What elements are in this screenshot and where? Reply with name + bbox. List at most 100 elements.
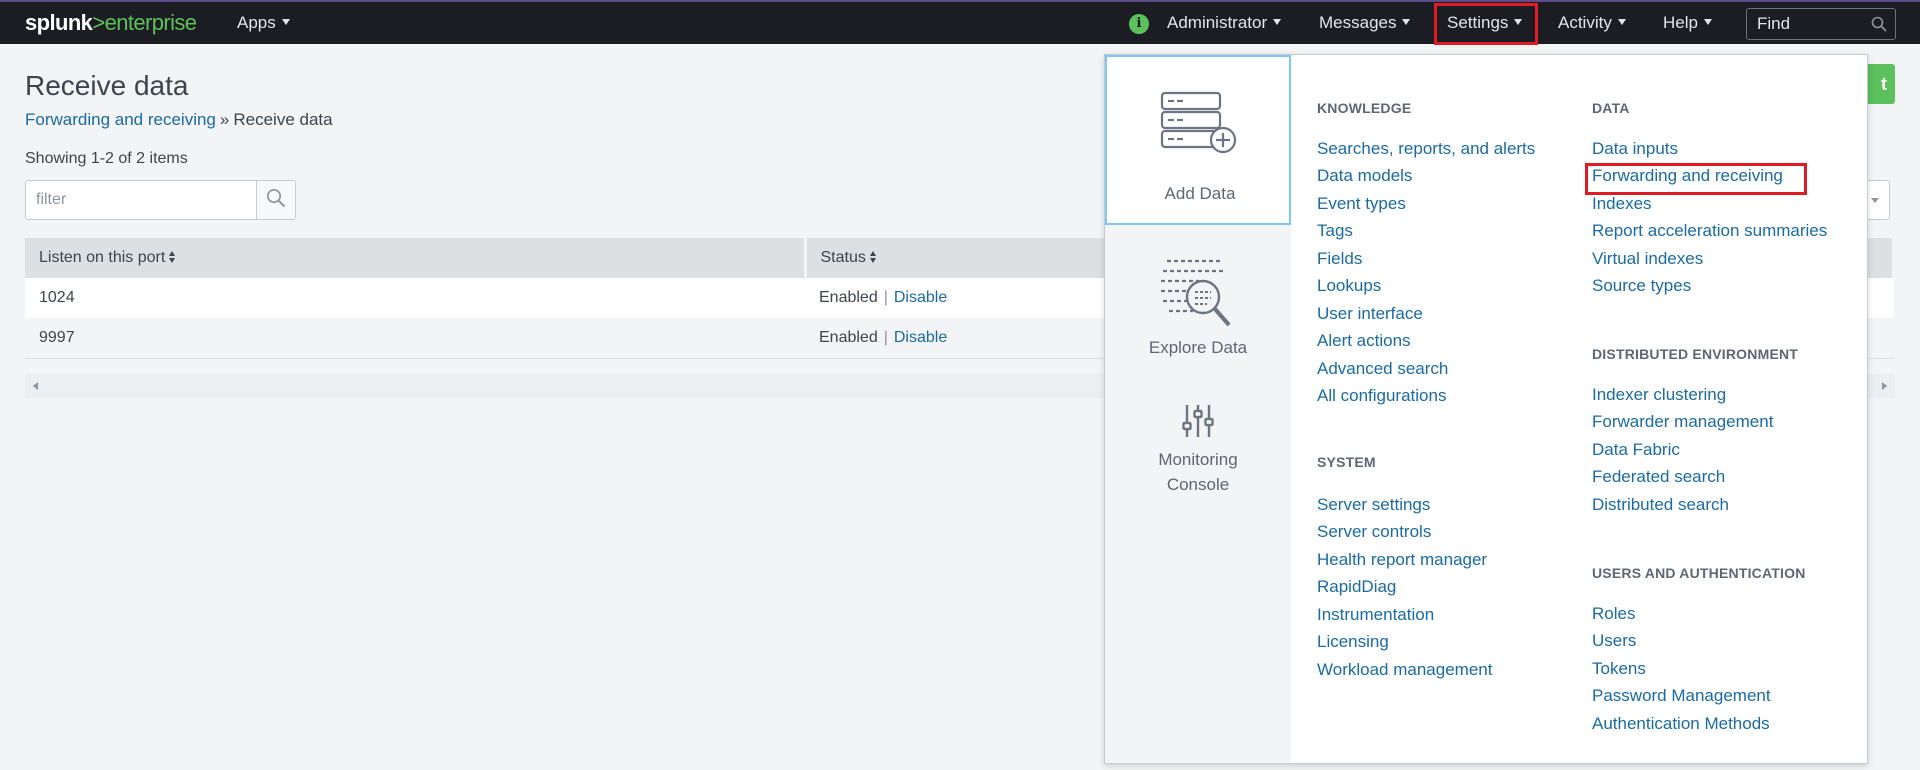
chevron-down-icon: [1402, 19, 1411, 25]
settings-menu-tiles: Add Data Explore Data Monitoring Console: [1105, 55, 1291, 763]
scroll-left-icon[interactable]: [33, 382, 38, 390]
find-search-box: [1746, 8, 1896, 40]
menu-link-authentication-methods[interactable]: Authentication Methods: [1592, 714, 1770, 734]
column-header-label: Status: [820, 249, 866, 266]
settings-menu[interactable]: Settings: [1447, 2, 1523, 44]
search-icon[interactable]: [1871, 16, 1887, 37]
breadcrumb-parent-link[interactable]: Forwarding and receiving: [25, 110, 216, 129]
filter-box: [25, 180, 296, 220]
menu-link-workload-management[interactable]: Workload management: [1317, 660, 1492, 680]
activity-menu[interactable]: Activity: [1558, 2, 1626, 44]
monitoring-console-tile[interactable]: Monitoring Console: [1105, 385, 1291, 535]
menu-link-indexer-clustering[interactable]: Indexer clustering: [1592, 385, 1726, 405]
menu-link-alert-actions[interactable]: Alert actions: [1317, 331, 1411, 351]
menu-link-licensing[interactable]: Licensing: [1317, 632, 1389, 652]
column-header-port[interactable]: Listen on this port: [25, 238, 807, 278]
find-input[interactable]: [1747, 9, 1867, 39]
menu-link-forwarder-management[interactable]: Forwarder management: [1592, 412, 1773, 432]
activity-menu-label: Activity: [1558, 13, 1612, 32]
filter-search-button[interactable]: [256, 181, 295, 219]
menu-link-data-fabric[interactable]: Data Fabric: [1592, 440, 1680, 460]
chevron-down-icon: [1703, 19, 1712, 25]
monitoring-console-label-1: Monitoring: [1158, 450, 1238, 469]
menu-link-tags[interactable]: Tags: [1317, 221, 1353, 241]
filter-input[interactable]: [26, 181, 256, 219]
menu-link-federated-search[interactable]: Federated search: [1592, 467, 1725, 487]
menu-link-source-types[interactable]: Source types: [1592, 276, 1691, 296]
health-status-icon[interactable]: i: [1129, 14, 1149, 34]
top-navigation-bar: splunk>enterprise Apps i Administrator M…: [0, 0, 1920, 45]
menu-link-report-acceleration-summaries[interactable]: Report acceleration summaries: [1592, 221, 1827, 241]
menu-link-indexes[interactable]: Indexes: [1592, 194, 1652, 214]
item-count: Showing 1-2 of 2 items: [25, 150, 188, 167]
menu-link-instrumentation[interactable]: Instrumentation: [1317, 605, 1434, 625]
menu-link-tokens[interactable]: Tokens: [1592, 659, 1646, 679]
distributed-environment-heading: DISTRIBUTED ENVIRONMENT: [1592, 346, 1799, 362]
menu-link-fields[interactable]: Fields: [1317, 249, 1362, 269]
explore-data-icon: [1161, 259, 1231, 327]
chevron-down-icon: [1871, 198, 1879, 203]
menu-link-users[interactable]: Users: [1592, 631, 1636, 651]
menu-link-user-interface[interactable]: User interface: [1317, 304, 1423, 324]
menu-link-roles[interactable]: Roles: [1592, 604, 1635, 624]
explore-data-label: Explore Data: [1148, 338, 1248, 357]
chevron-down-icon: [1514, 19, 1523, 25]
disable-link[interactable]: Disable: [894, 329, 947, 346]
menu-link-forwarding-and-receiving[interactable]: Forwarding and receiving: [1592, 166, 1783, 186]
menu-link-all-configurations[interactable]: All configurations: [1317, 386, 1446, 406]
add-data-tile[interactable]: Add Data: [1105, 55, 1291, 225]
menu-link-rapiddiag[interactable]: RapidDiag: [1317, 577, 1396, 597]
data-heading: DATA: [1592, 100, 1630, 116]
knowledge-heading: KNOWLEDGE: [1317, 100, 1412, 116]
search-icon: [266, 188, 286, 213]
port-cell: 1024: [25, 278, 805, 318]
add-data-label: Add Data: [1164, 184, 1236, 203]
logo-arrow: >: [92, 10, 105, 35]
breadcrumb-current: Receive data: [233, 110, 333, 129]
menu-link-event-types[interactable]: Event types: [1317, 194, 1406, 214]
help-menu[interactable]: Help: [1663, 2, 1712, 44]
splunk-enterprise-logo[interactable]: splunk>enterprise: [25, 10, 197, 36]
user-menu-label: Administrator: [1167, 13, 1268, 32]
scroll-right-icon[interactable]: [1882, 382, 1887, 390]
menu-link-health-report-manager[interactable]: Health report manager: [1317, 550, 1487, 570]
disable-link[interactable]: Disable: [894, 289, 947, 306]
users-auth-heading: USERS AND AUTHENTICATION: [1592, 565, 1806, 581]
help-menu-label: Help: [1663, 13, 1698, 32]
status-text: Enabled: [819, 289, 878, 306]
menu-link-server-settings[interactable]: Server settings: [1317, 495, 1430, 515]
action-separator: |: [883, 328, 888, 346]
settings-dropdown-menu: Add Data Explore Data Monitoring Console…: [1104, 54, 1868, 764]
status-text: Enabled: [819, 328, 878, 346]
menu-link-data-models[interactable]: Data models: [1317, 166, 1412, 186]
logo-splunk: splunk: [25, 10, 93, 35]
breadcrumb: Forwarding and receiving» Receive data: [25, 110, 333, 130]
menu-link-password-management[interactable]: Password Management: [1592, 686, 1771, 706]
chevron-down-icon: [1273, 19, 1282, 25]
sort-icon: [869, 251, 877, 263]
chevron-down-icon: [281, 19, 290, 25]
menu-link-server-controls[interactable]: Server controls: [1317, 522, 1431, 542]
messages-menu-label: Messages: [1319, 13, 1397, 32]
sort-icon: [169, 251, 176, 263]
menu-link-distributed-search[interactable]: Distributed search: [1592, 495, 1729, 515]
system-heading: SYSTEM: [1317, 454, 1376, 470]
port-cell: 9997: [25, 318, 805, 359]
messages-menu[interactable]: Messages: [1319, 2, 1411, 44]
monitoring-console-label-2: Console: [1166, 475, 1230, 494]
menu-link-advanced-search[interactable]: Advanced search: [1317, 359, 1448, 379]
page-title: Receive data: [25, 70, 189, 101]
menu-link-searches-reports-alerts[interactable]: Searches, reports, and alerts: [1317, 139, 1535, 159]
user-menu[interactable]: Administrator: [1167, 2, 1282, 44]
logo-product: enterprise: [104, 10, 197, 35]
chevron-down-icon: [1617, 19, 1626, 25]
apps-menu[interactable]: Apps: [237, 2, 290, 44]
menu-link-data-inputs[interactable]: Data inputs: [1592, 139, 1678, 159]
menu-link-lookups[interactable]: Lookups: [1317, 276, 1381, 296]
apps-menu-label: Apps: [237, 13, 276, 32]
menu-link-virtual-indexes[interactable]: Virtual indexes: [1592, 249, 1703, 269]
sliders-icon: [1182, 405, 1214, 437]
column-header-label: Listen on this port: [39, 249, 166, 266]
add-data-icon: [1160, 91, 1237, 154]
explore-data-tile[interactable]: Explore Data: [1105, 227, 1291, 377]
